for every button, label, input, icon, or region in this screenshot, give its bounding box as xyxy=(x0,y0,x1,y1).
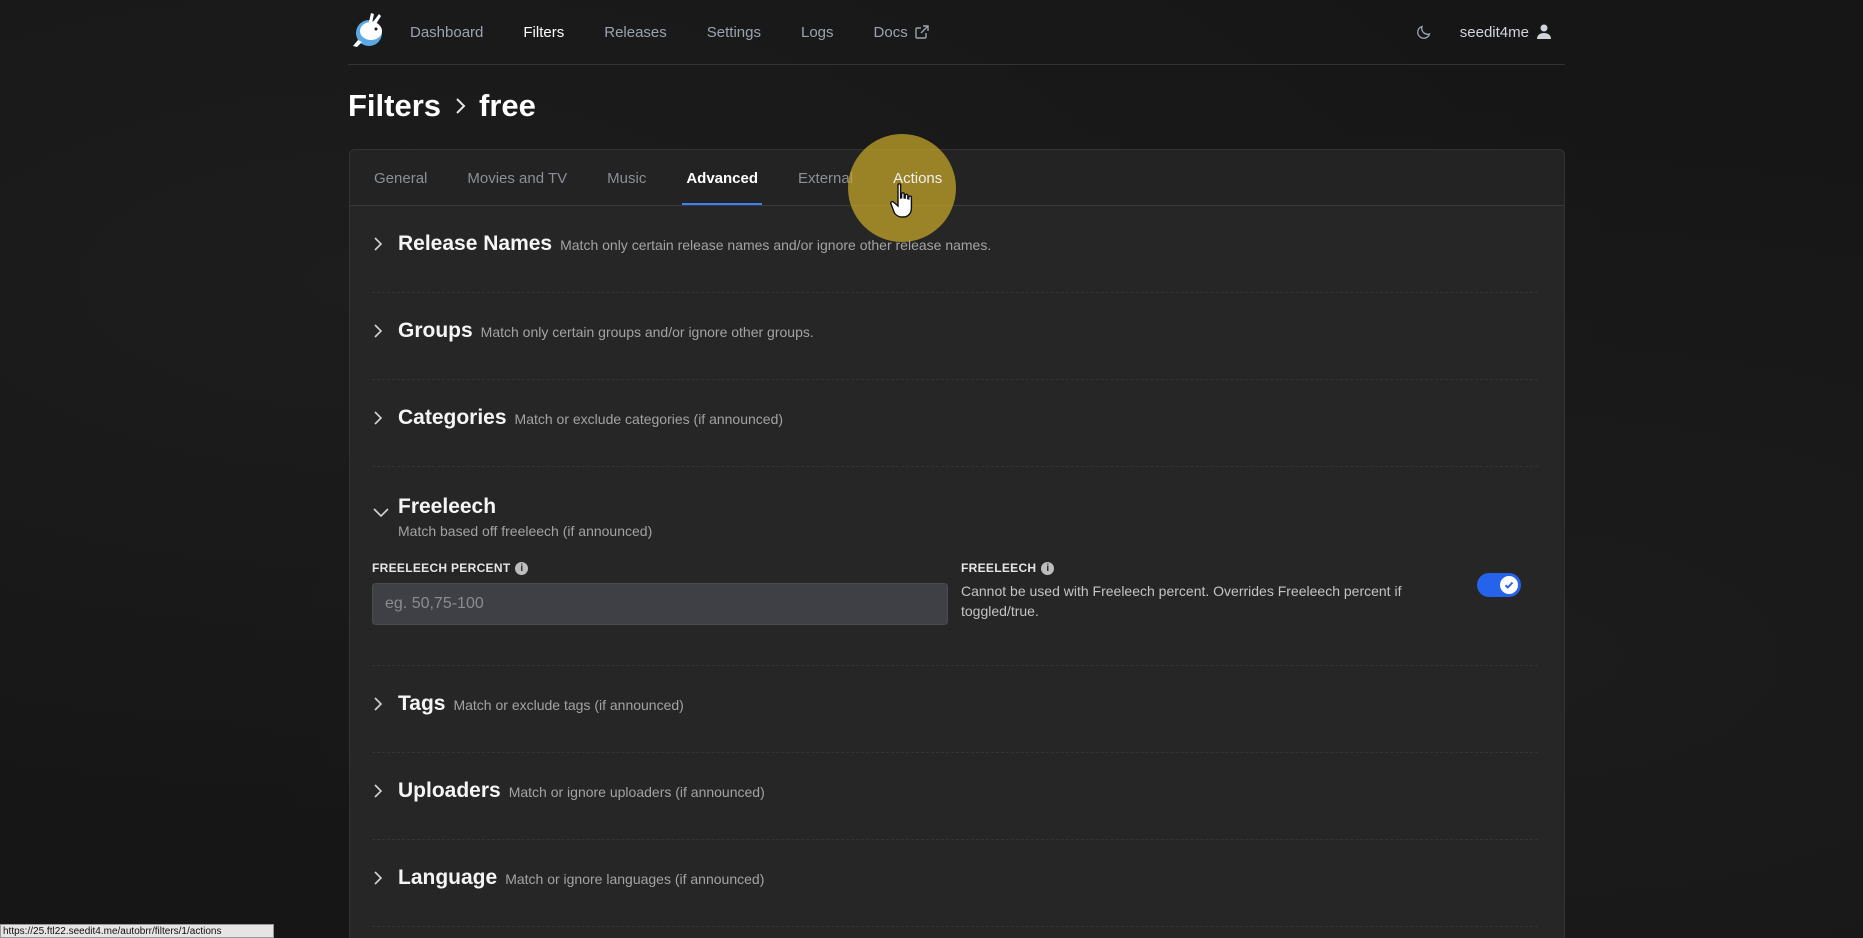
nav-releases[interactable]: Releases xyxy=(604,24,667,41)
section-language[interactable]: Language Match or ignore languages (if a… xyxy=(372,840,1538,927)
chevron-right-icon xyxy=(372,870,398,891)
section-desc: Match based off freeleech (if announced) xyxy=(398,523,653,539)
filter-card: General Movies and TV Music Advanced Ext… xyxy=(349,149,1565,938)
chevron-right-icon xyxy=(372,323,398,344)
nav-docs-label: Docs xyxy=(873,23,908,41)
breadcrumb-root[interactable]: Filters xyxy=(348,88,441,124)
section-tags[interactable]: Tags Match or exclude tags (if announced… xyxy=(372,666,1538,753)
chevron-right-icon xyxy=(372,783,398,804)
tab-music[interactable]: Music xyxy=(603,170,650,205)
external-link-icon xyxy=(915,25,929,39)
section-title: Tags xyxy=(398,692,446,715)
section-categories[interactable]: Categories Match or exclude categories (… xyxy=(372,380,1538,467)
chevron-right-icon xyxy=(372,410,398,431)
chevron-right-icon xyxy=(372,696,398,717)
section-title: Language xyxy=(398,866,498,889)
breadcrumb-current: free xyxy=(479,88,536,123)
section-desc: Match or ignore languages (if announced) xyxy=(505,871,765,887)
section-title: Release Names xyxy=(398,232,553,255)
info-icon[interactable]: i xyxy=(515,561,529,575)
section-release-names[interactable]: Release Names Match only certain release… xyxy=(372,206,1538,293)
freeleech-toggle-label: FREELEECH xyxy=(961,561,1037,575)
check-icon xyxy=(1500,576,1518,594)
username: seedit4me xyxy=(1459,23,1529,41)
autobrr-logo-icon[interactable] xyxy=(348,11,390,53)
nav-docs[interactable]: Docs xyxy=(874,24,930,41)
info-icon[interactable]: i xyxy=(1041,561,1055,575)
chevron-right-icon xyxy=(372,236,398,257)
page-title: Filters free xyxy=(348,88,536,124)
freeleech-percent-input[interactable]: eg. 50,75-100 xyxy=(372,583,948,625)
section-groups[interactable]: Groups Match only certain groups and/or … xyxy=(372,293,1538,380)
user-icon xyxy=(1537,24,1551,39)
nav-filters[interactable]: Filters xyxy=(523,24,564,41)
section-uploaders[interactable]: Uploaders Match or ignore uploaders (if … xyxy=(372,753,1538,840)
nav-dashboard[interactable]: Dashboard xyxy=(410,24,483,41)
tab-bar: General Movies and TV Music Advanced Ext… xyxy=(350,150,1564,206)
chevron-right-icon xyxy=(456,98,466,114)
tab-movies-tv[interactable]: Movies and TV xyxy=(463,170,571,205)
section-desc: Match only certain release names and/or … xyxy=(560,237,992,253)
tab-actions[interactable]: Actions xyxy=(889,170,946,205)
section-desc: Match or exclude categories (if announce… xyxy=(514,411,784,427)
tab-advanced[interactable]: Advanced xyxy=(682,170,763,205)
freeleech-toggle-desc: Cannot be used with Freeleech percent. O… xyxy=(961,583,1402,619)
section-title: Freeleech xyxy=(398,495,497,518)
section-desc: Match or ignore uploaders (if announced) xyxy=(508,784,765,800)
section-freeleech: Freeleech Match based off freeleech (if … xyxy=(372,467,1538,666)
section-desc: Match or exclude tags (if announced) xyxy=(453,697,684,713)
moon-icon[interactable] xyxy=(1416,24,1432,40)
user-menu[interactable]: seedit4me xyxy=(1460,24,1551,41)
status-bar-url: https://25.ftl22.seedit4.me/autobrr/filt… xyxy=(0,924,274,938)
section-title: Uploaders xyxy=(398,779,501,802)
tab-general[interactable]: General xyxy=(370,170,431,205)
section-title: Groups xyxy=(398,319,473,342)
freeleech-percent-label: FREELEECH PERCENT xyxy=(372,561,511,575)
freeleech-percent-group: FREELEECH PERCENT i eg. 50,75-100 xyxy=(372,561,948,625)
freeleech-header[interactable]: Freeleech Match based off freeleech (if … xyxy=(372,467,1538,539)
nav-settings[interactable]: Settings xyxy=(707,24,761,41)
freeleech-toggle[interactable] xyxy=(1477,573,1521,597)
top-nav: Dashboard Filters Releases Settings Logs… xyxy=(348,0,1565,65)
nav-logs[interactable]: Logs xyxy=(801,24,834,41)
section-desc: Match only certain groups and/or ignore … xyxy=(480,324,814,340)
chevron-down-icon xyxy=(372,501,398,545)
freeleech-toggle-group: FREELEECH i Cannot be used with Freeleec… xyxy=(961,561,1521,625)
section-title: Categories xyxy=(398,406,507,429)
